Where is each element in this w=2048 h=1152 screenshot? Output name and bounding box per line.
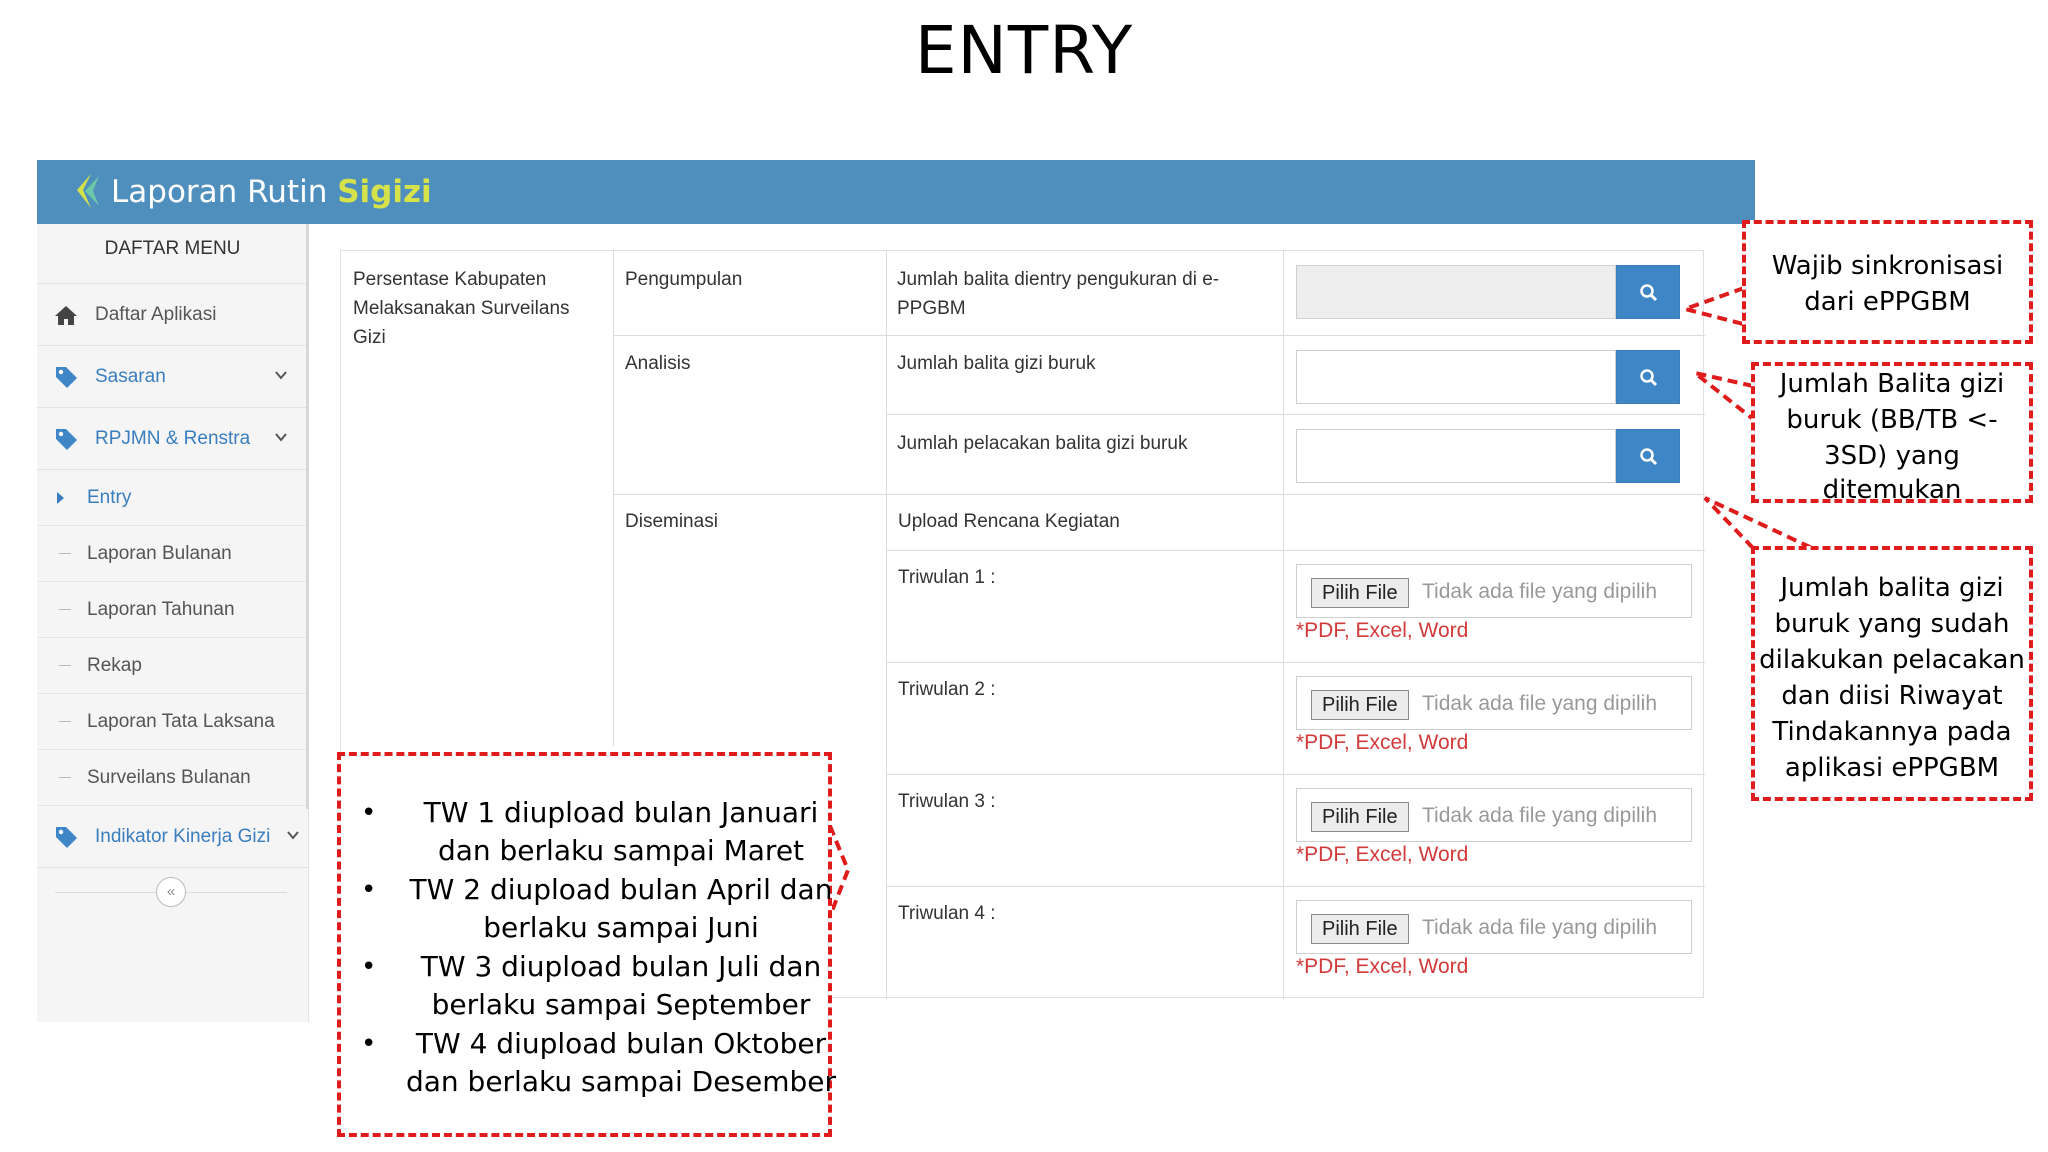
schedule-item: • TW 4 diupload bulan Oktober dan berlaku … [361, 1027, 837, 1098]
callout-gizi-buruk-ditemukan: Jumlah Balita gizi buruk (BB/TB <- 3SD) … [1751, 362, 2033, 505]
callout-triwulan-schedule: • TW 1 diupload bulan Januari dan berlaku … [337, 752, 836, 1137]
callout-sync: Wajib sinkronisasi dari ePPGBM [1742, 220, 2033, 344]
schedule-item: • TW 2 diupload bulan April dan berlaku sa… [361, 873, 833, 944]
schedule-list: • TW 1 diupload bulan Januari dan berlaku … [357, 794, 837, 1102]
callout-pelacakan: Jumlah balita gizi buruk yang sudah dila… [1751, 546, 2033, 801]
schedule-item: • TW 1 diupload bulan Januari dan berlaku … [361, 796, 819, 867]
schedule-item: • TW 3 diupload bulan Juli dan berlaku sam… [361, 950, 822, 1021]
callout-pointers [828, 286, 1813, 917]
